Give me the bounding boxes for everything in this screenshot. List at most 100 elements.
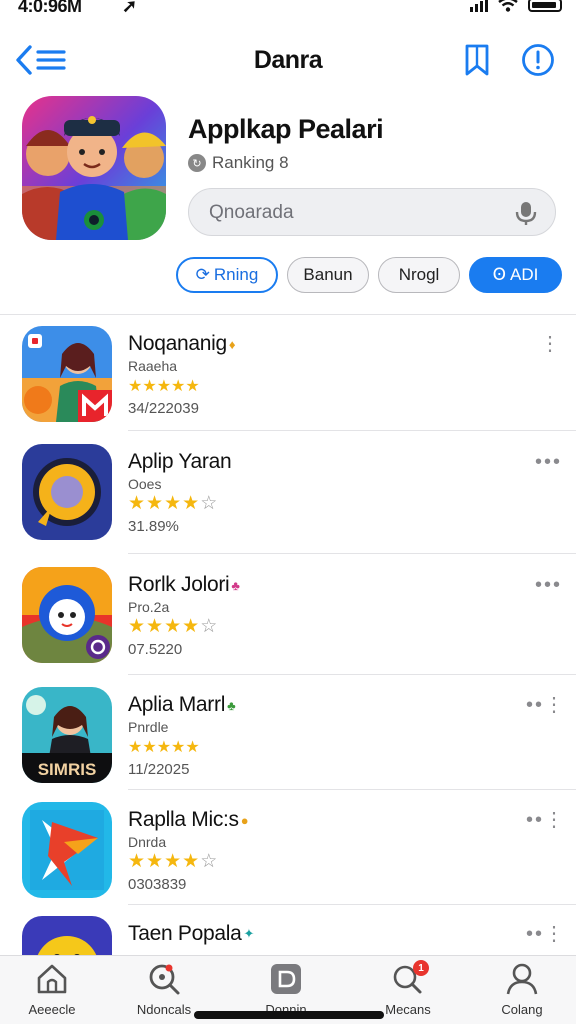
star-empty-icon: ☆ xyxy=(200,493,219,514)
home-indicator xyxy=(194,1011,384,1019)
app-list-item[interactable]: Aplip Yaran Ooes ★★★★☆ 31.89% ••• xyxy=(0,436,576,554)
star-filled-icon: ★ xyxy=(128,616,147,637)
star-filled-icon: ★ xyxy=(142,739,157,756)
apps-icon xyxy=(269,962,303,996)
chip-label: Banun xyxy=(303,265,353,284)
notification-badge: 1 xyxy=(413,960,429,976)
star-filled-icon: ★ xyxy=(182,616,201,637)
app-list-item[interactable]: Rorlk Jolori ♣ Pro.2a ★★★★☆ 07.5220 ••• xyxy=(0,559,576,677)
star-filled-icon: ★ xyxy=(171,378,186,395)
status-bar: 4:0:96M ➚ xyxy=(0,0,576,20)
app-icon xyxy=(22,567,112,663)
status-icons xyxy=(470,0,562,12)
badge-icon: ♣ xyxy=(227,697,236,713)
divider xyxy=(128,789,576,790)
app-list-item[interactable]: SIMRIS Aplia Marrl ♣ Pnrdle ★★★★★ 11/220… xyxy=(0,679,576,797)
chip-ranking[interactable]: ⟳ Rning xyxy=(176,257,278,293)
badge-icon: ● xyxy=(240,812,249,828)
star-filled-icon: ★ xyxy=(164,493,183,514)
status-time: 4:0:96M xyxy=(18,0,82,16)
app-name: Rorlk Jolori ♣ xyxy=(128,573,240,596)
chip-label: ADI xyxy=(510,265,539,284)
divider xyxy=(128,553,576,554)
star-filled-icon: ★ xyxy=(146,851,165,872)
app-icon: SIMRIS xyxy=(22,687,112,783)
chip-adi[interactable]: Ꙩ ADI xyxy=(469,257,562,293)
battery-icon xyxy=(528,0,562,12)
badge-icon: ♣ xyxy=(231,577,240,593)
search-input[interactable] xyxy=(209,199,499,227)
star-filled-icon: ★ xyxy=(128,851,147,872)
star-filled-icon: ★ xyxy=(164,851,183,872)
featured-app-title: Applkap Pealari xyxy=(188,114,384,144)
tab-profile[interactable]: Colang xyxy=(472,962,572,1022)
app-meta: 0303839 xyxy=(128,876,187,893)
star-rating: ★★★★☆ xyxy=(128,850,218,873)
divider xyxy=(0,314,576,315)
bookmark-button[interactable] xyxy=(462,42,492,78)
star-filled-icon: ★ xyxy=(128,739,143,756)
app-list-item[interactable]: Raplla Mic:s ● Dnrda ★★★★☆ 0303839 ••⋮ xyxy=(0,794,576,912)
microphone-icon[interactable] xyxy=(513,200,539,226)
app-subtitle: Raaeha xyxy=(128,358,178,374)
featured-app-icon[interactable] xyxy=(22,96,166,240)
filter-chips: ⟳ Rning Banun Nrogl Ꙩ ADI xyxy=(176,257,562,293)
app-meta: 11/22025 xyxy=(128,761,190,778)
star-rating: ★★★★★ xyxy=(128,737,200,757)
badge-icon: ✦ xyxy=(243,926,255,941)
app-name: Aplip Yaran xyxy=(128,450,232,473)
more-options-icon[interactable]: ••⋮ xyxy=(526,810,564,838)
ranking-icon: ↻ xyxy=(188,154,206,172)
star-filled-icon: ★ xyxy=(146,616,165,637)
tab-home[interactable]: Aeeecle xyxy=(2,962,102,1022)
more-options-icon[interactable]: ••• xyxy=(526,575,562,603)
location-arrow-icon: ➚ xyxy=(122,0,138,16)
app-subtitle: Dnrda xyxy=(128,834,167,850)
star-filled-icon: ★ xyxy=(142,378,157,395)
divider xyxy=(128,430,576,431)
star-filled-icon: ★ xyxy=(185,739,200,756)
app-icon xyxy=(22,326,112,422)
more-options-icon[interactable]: ••⋮ xyxy=(526,924,564,952)
search-icon xyxy=(147,962,181,996)
app-name: Aplia Marrl ♣ xyxy=(128,693,236,716)
chip-label: Nrogl xyxy=(398,265,440,284)
app-name: Noqananig ♦ xyxy=(128,332,236,355)
star-filled-icon: ★ xyxy=(164,616,183,637)
star-empty-icon: ☆ xyxy=(200,616,219,637)
badge-icon: ♦ xyxy=(228,336,236,352)
app-subtitle: Pro.2a xyxy=(128,599,170,615)
star-filled-icon: ★ xyxy=(182,493,201,514)
signal-icon xyxy=(470,0,488,12)
star-filled-icon: ★ xyxy=(128,493,147,514)
ranking-label: Ranking 8 xyxy=(212,153,289,172)
star-rating: ★★★★☆ xyxy=(128,615,218,638)
wifi-icon xyxy=(498,0,518,12)
app-subtitle: Ooes xyxy=(128,476,162,492)
app-icon xyxy=(22,802,112,898)
more-options-icon[interactable]: ⋮ xyxy=(526,334,562,362)
app-name: Taen Popala ✦ xyxy=(128,922,255,945)
top-navigation-bar: Danra xyxy=(0,36,576,86)
app-list-item[interactable]: Noqananig ♦ Raaeha ★★★★★ 34/222039 ⋮ xyxy=(0,318,576,436)
featured-app-ranking: ↻ Ranking 8 xyxy=(188,153,289,173)
app-meta: 07.5220 xyxy=(128,641,183,658)
home-icon xyxy=(35,962,69,996)
star-filled-icon: ★ xyxy=(156,378,172,395)
chat-search-icon: 1 xyxy=(391,960,429,996)
star-filled-icon: ★ xyxy=(182,851,201,872)
divider xyxy=(128,904,576,905)
filter-icon: Ꙩ xyxy=(492,265,507,284)
star-filled-icon: ★ xyxy=(128,378,143,395)
chip-banun[interactable]: Banun xyxy=(287,257,369,293)
more-options-icon[interactable]: ••• xyxy=(526,452,562,480)
star-filled-icon: ★ xyxy=(156,739,172,756)
app-icon xyxy=(22,444,112,540)
star-filled-icon: ★ xyxy=(146,493,165,514)
more-options-icon[interactable]: ••⋮ xyxy=(526,695,564,723)
app-subtitle: Pnrdle xyxy=(128,719,169,735)
star-empty-icon: ☆ xyxy=(200,851,219,872)
info-button[interactable] xyxy=(520,42,556,78)
chip-nrogl[interactable]: Nrogl xyxy=(378,257,460,293)
tab-label: Aeeecle xyxy=(28,1002,76,1017)
